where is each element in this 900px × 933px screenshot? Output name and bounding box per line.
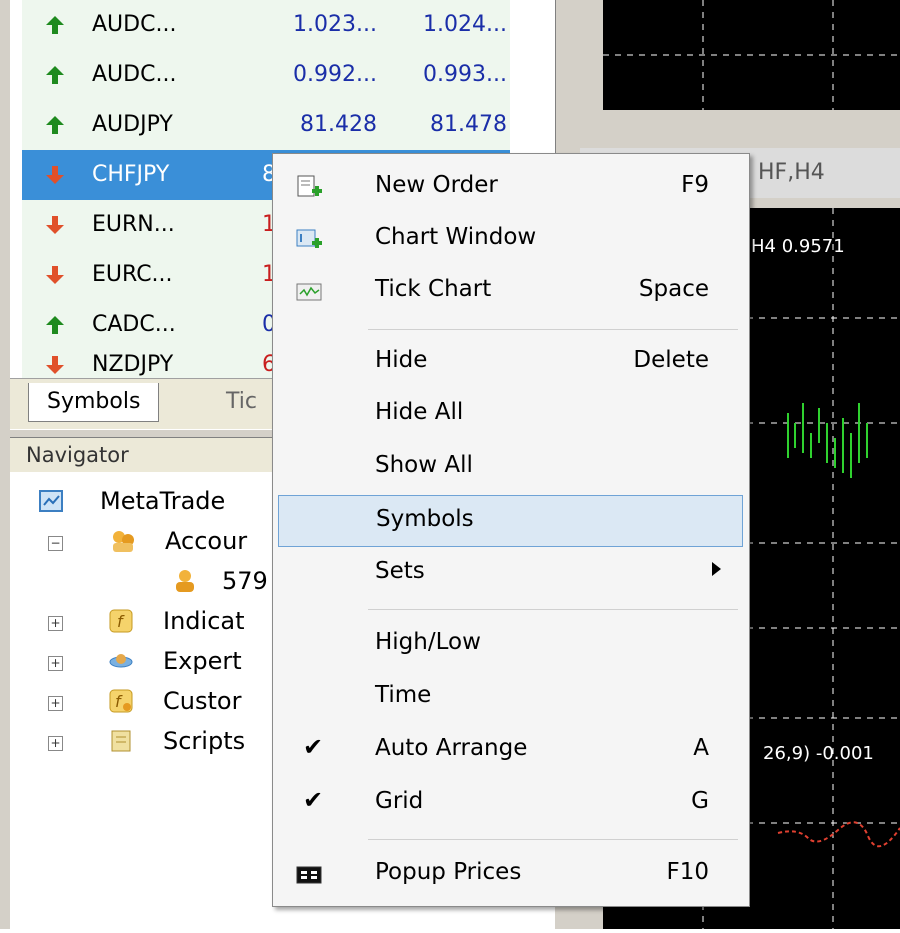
menu-separator	[368, 839, 738, 840]
chart-grid	[603, 0, 900, 110]
menu-item-tick-chart[interactable]: Tick Chart Space	[273, 266, 749, 318]
ask-price: 81.478	[430, 112, 507, 137]
menu-item-popup-prices[interactable]: Popup Prices F10	[273, 849, 749, 901]
ask-price: 0.993...	[423, 62, 507, 87]
expand-icon[interactable]: +	[48, 696, 63, 711]
menu-item-high-low[interactable]: High/Low	[273, 619, 749, 671]
tree-label: MetaTrade	[100, 487, 226, 515]
arrow-up-icon	[46, 116, 64, 134]
menu-item-label: Symbols	[376, 506, 474, 532]
account-user-icon	[176, 570, 194, 592]
submenu-arrow-icon	[712, 562, 721, 576]
menu-item-grid[interactable]: ✔ Grid G	[273, 778, 749, 830]
arrow-up-icon	[46, 316, 64, 334]
tab-tick-chart[interactable]: Tic	[208, 383, 275, 421]
arrow-down-icon	[46, 216, 64, 234]
menu-item-time[interactable]: Time	[273, 672, 749, 724]
symbol-name: AUDC...	[92, 62, 177, 87]
chart-title-text: HF,H4	[758, 160, 825, 185]
popup-prices-icon	[296, 866, 322, 884]
menu-item-sets[interactable]: Sets	[273, 548, 749, 600]
menu-item-hide[interactable]: Hide Delete	[273, 337, 749, 389]
menu-item-label: Hide All	[375, 399, 464, 425]
menu-item-shortcut: Space	[638, 276, 709, 302]
menu-item-label: Time	[375, 682, 432, 708]
menu-item-label: New Order	[375, 172, 498, 198]
arrow-down-icon	[46, 356, 64, 374]
custom-indicators-icon: f	[109, 689, 133, 713]
tree-label: Scripts	[163, 727, 246, 755]
checkmark-icon: ✔	[303, 786, 324, 814]
context-menu: New Order F9 Chart Window Tick Chart Spa…	[272, 153, 750, 907]
menu-item-label: Show All	[375, 452, 473, 478]
symbol-name: CADC...	[92, 312, 176, 337]
symbol-name: EURN...	[92, 212, 175, 237]
menu-item-auto-arrange[interactable]: ✔ Auto Arrange A	[273, 725, 749, 777]
bid-price: 1.023...	[293, 12, 377, 37]
chart-window-top[interactable]	[603, 0, 900, 110]
menu-item-label: Grid	[375, 788, 424, 814]
arrow-down-icon	[46, 266, 64, 284]
tree-label: Accour	[165, 527, 248, 555]
new-order-icon	[297, 175, 322, 197]
scripts-icon	[111, 730, 131, 752]
symbol-name: NZDJPY	[92, 352, 174, 377]
expand-icon[interactable]: +	[48, 736, 63, 751]
accounts-icon	[113, 531, 134, 552]
symbol-name: EURC...	[92, 262, 173, 287]
tree-label: Indicat	[163, 607, 245, 635]
tick-chart-icon	[296, 283, 322, 301]
expand-icon[interactable]: +	[48, 616, 63, 631]
symbol-name: AUDJPY	[92, 112, 173, 137]
tree-label: Custor	[163, 687, 242, 715]
indicators-icon: f	[109, 609, 133, 633]
tab-symbols[interactable]: Symbols	[28, 383, 160, 422]
menu-item-new-order[interactable]: New Order F9	[273, 162, 749, 214]
metatrader-icon	[39, 490, 63, 512]
tree-label: 579	[222, 567, 268, 595]
symbol-row[interactable]: AUDC... 1.023... 1.024...	[22, 0, 510, 51]
checkmark-icon: ✔	[303, 733, 324, 761]
symbol-row[interactable]: AUDJPY 81.428 81.478	[22, 100, 510, 151]
menu-item-label: Auto Arrange	[375, 735, 528, 761]
menu-item-shortcut: A	[693, 735, 709, 761]
terminal-window: AUDC... 1.023... 1.024... AUDC... 0.992.…	[0, 0, 900, 930]
chart-info-text: H4 0.9571	[751, 236, 845, 257]
menu-item-show-all[interactable]: Show All	[273, 442, 749, 494]
collapse-icon[interactable]: −	[48, 536, 63, 551]
bid-price: 81.428	[300, 112, 377, 137]
ask-price: 1.024...	[423, 12, 507, 37]
menu-item-hide-all[interactable]: Hide All	[273, 389, 749, 441]
menu-item-chart-window[interactable]: Chart Window	[273, 214, 749, 266]
chart-indicator-text: 26,9) -0.001	[763, 743, 874, 764]
arrow-up-icon	[46, 16, 64, 34]
symbol-name: AUDC...	[92, 12, 177, 37]
expand-icon[interactable]: +	[48, 656, 63, 671]
bid-price: 0.992...	[293, 62, 377, 87]
arrow-up-icon	[46, 66, 64, 84]
tree-label: Expert	[163, 647, 242, 675]
menu-separator	[368, 609, 738, 610]
symbol-name: CHFJPY	[92, 162, 170, 187]
menu-item-symbols[interactable]: Symbols	[278, 495, 743, 547]
symbol-row[interactable]: AUDC... 0.992... 0.993...	[22, 50, 510, 101]
menu-item-label: High/Low	[375, 629, 481, 655]
menu-separator	[368, 329, 738, 330]
chart-window-icon	[296, 229, 322, 248]
menu-item-label: Sets	[375, 558, 425, 584]
menu-item-shortcut: F9	[681, 172, 709, 198]
menu-item-label: Hide	[375, 347, 428, 373]
menu-item-shortcut: Delete	[633, 347, 709, 373]
menu-item-shortcut: F10	[666, 859, 710, 885]
arrow-down-icon	[46, 166, 64, 184]
menu-item-label: Tick Chart	[375, 276, 492, 302]
menu-item-label: Popup Prices	[375, 859, 522, 885]
menu-item-label: Chart Window	[375, 224, 537, 250]
menu-item-shortcut: G	[691, 788, 709, 814]
expert-advisors-icon	[109, 654, 133, 668]
